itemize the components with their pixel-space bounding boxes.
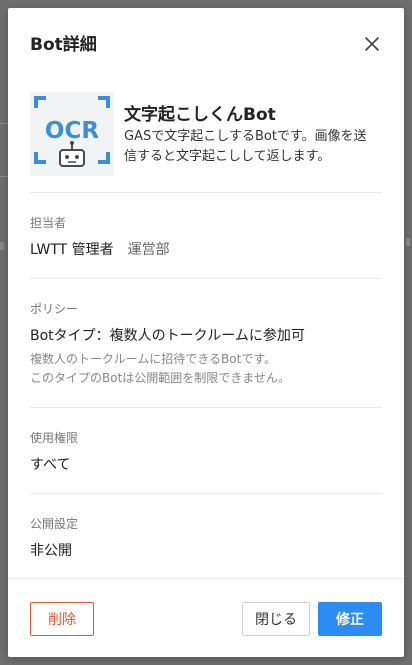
close-icon (365, 37, 379, 51)
policy-value: Botタイプ：複数人のトークルームに参加可 (30, 328, 305, 344)
bot-description: GASで文字起こしするBotです。画像を送信すると文字起こしして返します。 (124, 129, 367, 164)
visibility-label: 公開設定 (30, 517, 79, 531)
section-divider (30, 407, 382, 408)
background-divider (0, 123, 8, 124)
section-divider (30, 192, 382, 193)
background-mark (0, 242, 4, 250)
section-divider (30, 493, 382, 494)
policy-note: 複数人のトークルームに招待できるBotです。 このタイプのBotは公開範囲を制限… (30, 350, 370, 388)
manager-department: 運営部 (127, 242, 170, 258)
background-mark (406, 238, 410, 246)
close-button[interactable] (360, 32, 384, 56)
manager-name: LWTT 管理者 (30, 242, 114, 258)
bot-detail-modal: Bot詳細 OCR 文字起こしくんBot GASで文字起こしするBotです。画像… (8, 8, 404, 657)
policy-note-line: 複数人のトークルームに招待できるBotです。 (30, 352, 277, 366)
svg-text:OCR: OCR (45, 118, 99, 144)
visibility-value: 非公開 (30, 543, 72, 559)
policy-label: ポリシー (30, 302, 79, 316)
permission-label: 使用権限 (30, 431, 79, 445)
bot-info: OCR 文字起こしくんBot GASで文字起こしするBotです。画像を送信すると… (30, 92, 382, 176)
footer-divider (8, 578, 404, 579)
manager-value: LWTT 管理者 運営部 (30, 239, 170, 259)
modal-title: Bot詳細 (30, 35, 97, 55)
permission-value: すべて (30, 457, 71, 473)
close-dialog-button[interactable]: 閉じる (242, 602, 310, 636)
ocr-robot-logo-icon: OCR (34, 96, 110, 167)
modal-header: Bot詳細 (8, 8, 404, 72)
background-divider (0, 176, 8, 177)
bot-logo: OCR (30, 92, 114, 176)
bot-name: 文字起こしくんBot (124, 105, 276, 125)
policy-note-line: このタイプのBotは公開範囲を制限できません。 (30, 371, 290, 385)
section-divider (30, 278, 382, 279)
manager-label: 担当者 (30, 216, 67, 230)
edit-button[interactable]: 修正 (318, 602, 382, 636)
delete-button[interactable]: 削除 (30, 602, 94, 636)
